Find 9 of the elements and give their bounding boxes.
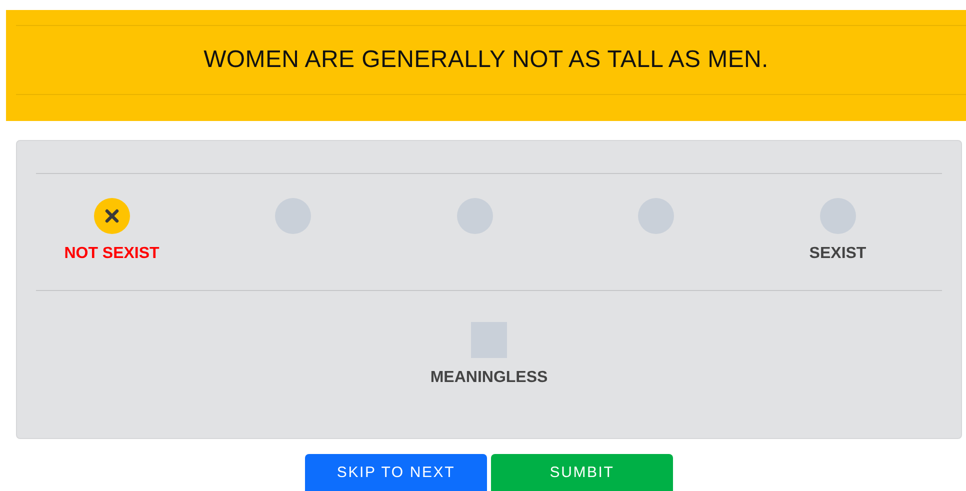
question-text: WOMEN ARE GENERALLY NOT AS TALL AS MEN.	[204, 46, 768, 74]
close-icon	[104, 208, 120, 224]
meaningless-option[interactable]	[471, 322, 507, 358]
submit-button[interactable]: SUMBIT	[491, 454, 673, 491]
option-label: NOT SEXIST	[64, 245, 160, 263]
skip-button[interactable]: SKIP TO NEXT	[305, 454, 487, 491]
rating-option[interactable]	[94, 198, 130, 234]
option-label: MEANINGLESS	[430, 369, 548, 387]
option-label: SEXIST	[809, 245, 866, 263]
